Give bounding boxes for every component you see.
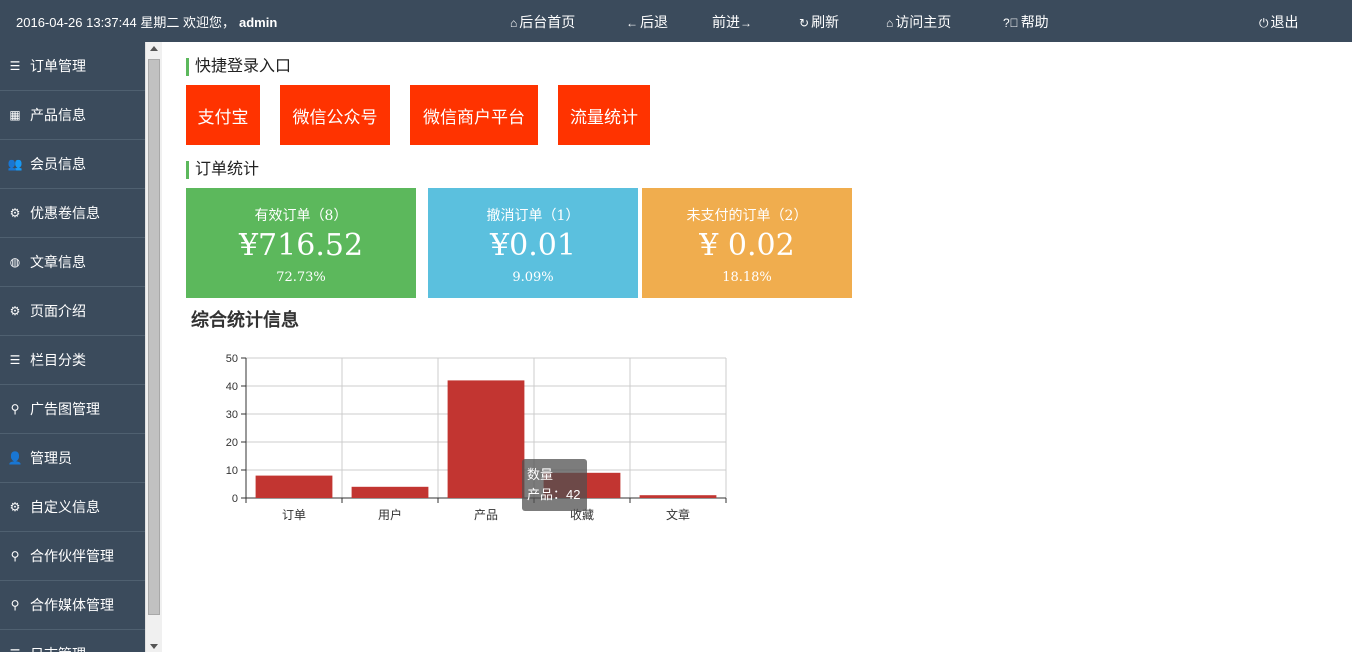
sidebar-item-logs[interactable]: ☰日志管理 (0, 630, 145, 652)
users-icon: 👥 (7, 157, 23, 171)
sidebar-item-orders[interactable]: ☰ 订单管理 (0, 42, 145, 91)
y-tick-label: 40 (226, 381, 238, 393)
stat-amount: ¥ 0.02 (699, 228, 795, 263)
nav-forward[interactable]: 前进→ (712, 12, 754, 32)
tooltip-series: 数量 (527, 467, 554, 482)
nav-visit-home[interactable]: ⌂ 访问主页 (886, 12, 951, 32)
refresh-icon: ↻ (799, 16, 810, 30)
stat-percent: 9.09% (512, 270, 554, 285)
bar[interactable] (255, 475, 333, 498)
nav-admin-home[interactable]: ⌂ 后台首页 (510, 12, 575, 32)
stat-card-cancelled: 撤消订单（1） ¥0.01 9.09% (428, 188, 638, 298)
sidebar-item-media[interactable]: ⚲ 合作媒体管理 (0, 581, 145, 630)
sidebar-item-banners[interactable]: ⚲ 广告图管理 (0, 385, 145, 434)
bar[interactable] (639, 495, 717, 498)
y-tick-label: 20 (226, 437, 238, 449)
x-tick-label: 产品 (474, 508, 498, 522)
arrow-right-icon: → (740, 16, 752, 30)
help-icon: ?⃝ (1003, 16, 1019, 30)
scroll-up-icon[interactable] (150, 46, 158, 51)
sidebar-item-categories[interactable]: ☰ 栏目分类 (0, 336, 145, 385)
x-tick-label: 订单 (282, 508, 306, 522)
x-tick-label: 用户 (378, 507, 402, 522)
home-icon: ⌂ (510, 16, 518, 30)
nav-refresh[interactable]: ↻ 刷新 (799, 12, 839, 32)
gear-icon: ⚙ (9, 304, 21, 318)
sidebar-item-articles[interactable]: ◍ 文章信息 (0, 238, 145, 287)
stat-label: 撤消订单（1） (486, 208, 580, 224)
list-icon: ☰ (8, 647, 22, 652)
overview-bar-chart[interactable]: 01020304050订单 用户 产品 收藏 文章 (215, 345, 735, 525)
stat-card-unpaid: 未支付的订单（2） ¥ 0.02 18.18% (642, 188, 852, 298)
list-icon: ☰ (9, 59, 21, 73)
scrollbar-thumb[interactable] (148, 59, 160, 615)
gear-icon: ⚙ (9, 500, 21, 514)
y-tick-label: 30 (226, 409, 238, 421)
top-nav: ⌂ 后台首页 ← 后退 前进→ ↻ 刷新 ⌂ 访问主页 ?⃝ 帮助 ⏻ 退出 (0, 12, 1352, 30)
sidebar: ☰ 订单管理 ▦ 产品信息 👥 会员信息 ⚙ 优惠卷信息 ◍ 文章信息 ⚙ 页面介绍 ☰ 栏目… (0, 42, 145, 652)
y-tick-label: 50 (226, 353, 238, 365)
bar[interactable] (351, 486, 429, 498)
stat-label: 有效订单（8） (254, 208, 348, 224)
sidebar-item-admins[interactable]: 👤 管理员 (0, 434, 145, 483)
order-stats-title: 订单统计 (186, 161, 259, 179)
top-bar: 2016-04-26 13:37:44 星期二 欢迎您， admin ⌂ 后台首页 … (0, 0, 1352, 42)
sidebar-item-pages[interactable]: ⚙ 页面介绍 (0, 287, 145, 336)
traffic-stats-button[interactable]: 流量统计 (558, 85, 650, 145)
user-icon: 👤 (7, 451, 23, 465)
scroll-down-icon[interactable] (150, 644, 158, 649)
home-icon: ⌂ (886, 16, 894, 30)
gear-icon: ⚙ (9, 206, 21, 220)
chart-tooltip: 数量 产品：42 (522, 459, 587, 511)
list-icon: ☰ (9, 353, 21, 367)
quick-login-title: 快捷登录入口 (186, 58, 291, 76)
globe-icon: ◍ (9, 255, 21, 269)
sidebar-item-products[interactable]: ▦ 产品信息 (0, 91, 145, 140)
stat-card-valid: 有效订单（8） ¥716.52 72.73% (186, 188, 416, 298)
wechat-official-button[interactable]: 微信公众号 (280, 85, 390, 145)
sitemap-icon: ⚲ (10, 402, 20, 416)
sidebar-item-partners[interactable]: ⚲ 合作伙伴管理 (0, 532, 145, 581)
x-tick-label: 文章 (666, 507, 690, 522)
y-tick-label: 0 (232, 493, 238, 505)
arrow-left-icon: ← (626, 16, 638, 30)
overview-title: 综合统计信息 (191, 310, 299, 330)
sidebar-scrollbar[interactable] (145, 42, 162, 652)
sidebar-item-coupons[interactable]: ⚙ 优惠卷信息 (0, 189, 145, 238)
sitemap-icon: ⚲ (10, 549, 20, 563)
stat-percent: 72.73% (276, 270, 326, 285)
wechat-merchant-button[interactable]: 微信商户平台 (410, 85, 538, 145)
nav-help[interactable]: ?⃝ 帮助 (1003, 12, 1049, 32)
power-icon: ⏻ (1259, 16, 1269, 30)
stat-label: 未支付的订单（2） (686, 208, 808, 224)
grid-icon: ▦ (9, 108, 21, 122)
stat-percent: 18.18% (722, 270, 772, 285)
alipay-button[interactable]: 支付宝 (186, 85, 260, 145)
logout-button[interactable]: ⏻ 退出 (1259, 12, 1299, 32)
tooltip-value: 产品：42 (527, 487, 581, 502)
sitemap-icon: ⚲ (10, 598, 20, 612)
sidebar-item-custom[interactable]: ⚙ 自定义信息 (0, 483, 145, 532)
stat-amount: ¥0.01 (490, 228, 576, 263)
sidebar-item-members[interactable]: 👥 会员信息 (0, 140, 145, 189)
bar[interactable] (447, 380, 525, 498)
stat-amount: ¥716.52 (238, 228, 364, 263)
y-tick-label: 10 (226, 465, 238, 477)
nav-back[interactable]: ← 后退 (626, 12, 668, 32)
